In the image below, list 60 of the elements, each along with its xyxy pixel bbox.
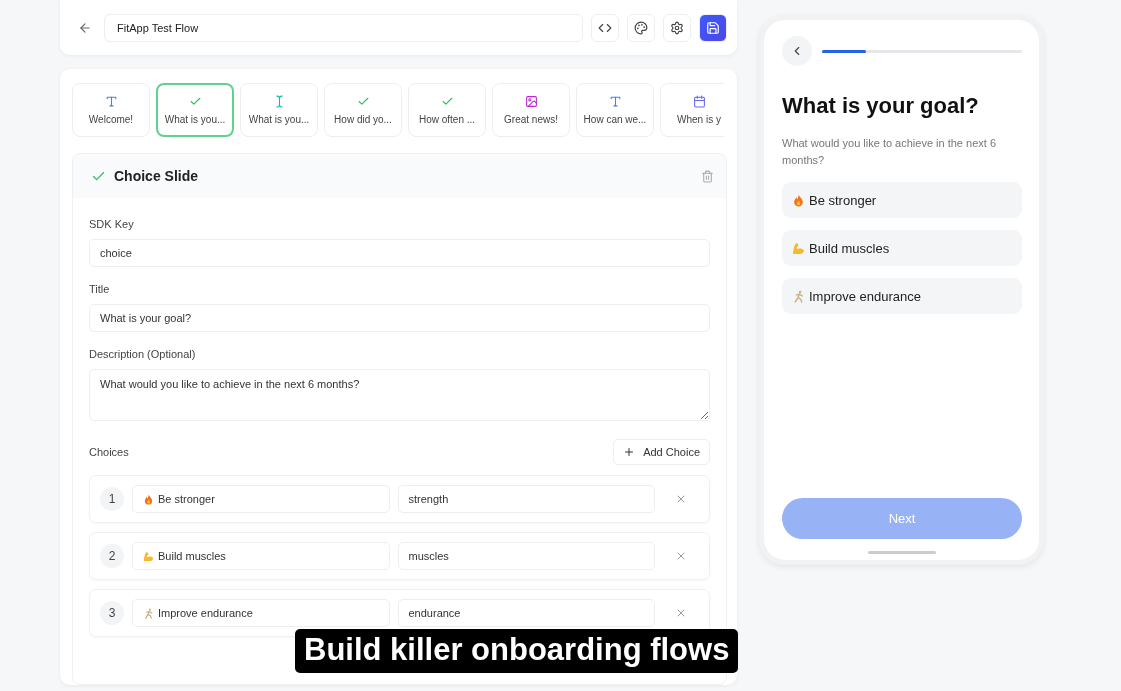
plus-icon [623, 446, 636, 458]
field-label: Title [89, 283, 111, 295]
running-figure-icon [143, 607, 154, 619]
input-field[interactable]: choice [89, 239, 710, 267]
palette-button[interactable] [627, 13, 655, 42]
video-caption: Build killer onboarding flows [295, 629, 739, 673]
close-icon [675, 550, 687, 562]
letter-t-icon [608, 95, 622, 108]
slide-tab[interactable]: When is y [660, 83, 724, 137]
save-icon [706, 20, 720, 35]
choice-value-field[interactable]: muscles [397, 542, 655, 570]
choice-label-field[interactable]: Build muscles [132, 542, 390, 570]
answer-option[interactable]: Be stronger [782, 182, 1022, 218]
slide-tab[interactable]: How can we... [576, 83, 654, 137]
choice-label-field[interactable]: Improve endurance [132, 599, 390, 627]
flexed-arm-icon [143, 550, 154, 562]
slide-tab[interactable]: Great news! [492, 83, 570, 137]
slide-tab[interactable]: How did yo... [324, 83, 402, 137]
choices-label: Choices [89, 446, 129, 458]
description-field[interactable]: What would you like to achieve in the next 6 months? [89, 369, 710, 421]
image-icon [524, 95, 538, 108]
card-title: Choice Slide [114, 168, 200, 184]
flame-icon [143, 493, 154, 505]
answer-option[interactable]: Build muscles [782, 230, 1022, 266]
slide-tab[interactable]: What is you... [240, 83, 318, 137]
flame-icon [792, 193, 805, 207]
slide-tab[interactable]: What is you... [156, 83, 234, 137]
flow-name-field[interactable]: FitApp Test Flow [104, 13, 583, 42]
question-title: What is your goal? [782, 93, 980, 119]
home-indicator [868, 551, 936, 554]
choice-number: 3 [100, 601, 124, 625]
field-label: Description (Optional) [89, 348, 197, 360]
checkmark-icon [188, 95, 202, 108]
trash-icon [701, 169, 714, 183]
field-label: SDK Key [89, 218, 135, 230]
checkmark-icon [440, 95, 454, 108]
choice-number: 2 [100, 544, 124, 568]
slide-tab[interactable]: How often ... [408, 83, 486, 137]
settings-icon [670, 20, 684, 35]
answer-option[interactable]: Improve endurance [782, 278, 1022, 314]
input-field[interactable]: What is your goal? [89, 304, 710, 332]
checkmark-icon [356, 95, 370, 108]
flexed-arm-icon [792, 241, 805, 255]
choice-label-field[interactable]: Be stronger [132, 485, 390, 513]
code-button[interactable] [591, 13, 619, 42]
close-icon [675, 607, 687, 619]
choice-value-field[interactable]: strength [397, 485, 655, 513]
palette-icon [634, 20, 648, 35]
settings-button[interactable] [663, 13, 691, 42]
choice-number: 1 [100, 487, 124, 511]
slide-tab[interactable]: Welcome! [72, 83, 150, 137]
question-description: What would you like to achieve in the next 6 months? [782, 136, 997, 168]
running-figure-icon [792, 289, 805, 303]
close-icon [675, 493, 687, 505]
add-choice-button[interactable]: Add Choice [613, 439, 710, 465]
back-button[interactable] [782, 36, 812, 66]
choice-value-field[interactable]: endurance [397, 599, 655, 627]
letter-t-icon [104, 95, 118, 108]
calendar-icon [692, 95, 706, 108]
save-button[interactable] [699, 13, 727, 42]
